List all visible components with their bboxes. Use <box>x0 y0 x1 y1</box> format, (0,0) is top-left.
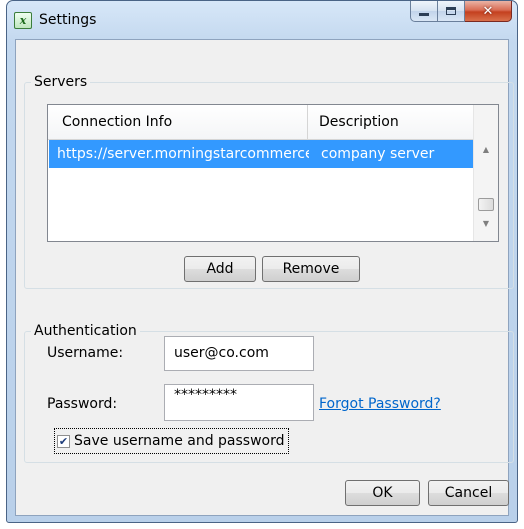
window-title: Settings <box>39 12 97 28</box>
servers-list-header: Connection Info Description <box>48 105 473 140</box>
column-header-connection-info[interactable]: Connection Info <box>48 105 308 139</box>
remove-server-button[interactable]: Remove <box>262 256 360 282</box>
scroll-up-arrow-icon[interactable]: ▲ <box>474 145 498 154</box>
caption-buttons: ✕ <box>410 1 512 23</box>
scroll-thumb[interactable] <box>478 198 494 211</box>
server-connection-info: https://server.morningstarcommerce.com <box>57 146 309 162</box>
minimize-icon <box>419 13 429 16</box>
forgot-password-link[interactable]: Forgot Password? <box>319 396 441 412</box>
maximize-icon <box>446 7 456 15</box>
cancel-button[interactable]: Cancel <box>428 480 509 506</box>
servers-group-label: Servers <box>34 74 88 90</box>
scroll-down-arrow-icon[interactable]: ▼ <box>474 219 498 228</box>
add-server-button[interactable]: Add <box>184 256 256 282</box>
title-bar[interactable]: x Settings ✕ <box>7 1 517 39</box>
server-description: company server <box>321 146 435 162</box>
username-input[interactable]: user@co.com <box>164 336 314 371</box>
username-label: Username: <box>47 345 124 361</box>
close-button[interactable]: ✕ <box>465 1 512 22</box>
save-credentials-label: Save username and password <box>74 433 285 449</box>
maximize-button[interactable] <box>438 1 465 22</box>
server-row[interactable]: https://server.morningstarcommerce.com c… <box>49 140 473 168</box>
servers-list[interactable]: Connection Info Description https://serv… <box>47 104 499 242</box>
servers-list-scrollbar[interactable]: ▲ ▼ <box>473 105 498 241</box>
column-header-description[interactable]: Description <box>308 105 473 139</box>
save-credentials-option[interactable]: ✔ Save username and password <box>54 428 289 454</box>
password-input[interactable]: ********* <box>164 384 314 421</box>
minimize-button[interactable] <box>410 1 438 22</box>
password-label: Password: <box>47 396 118 412</box>
save-credentials-checkbox[interactable]: ✔ <box>57 434 70 448</box>
checkmark-icon: ✔ <box>58 434 69 448</box>
ok-button[interactable]: OK <box>345 480 420 506</box>
authentication-group-label: Authentication <box>34 323 137 339</box>
excel-icon: x <box>14 12 32 29</box>
close-icon: ✕ <box>482 3 494 19</box>
